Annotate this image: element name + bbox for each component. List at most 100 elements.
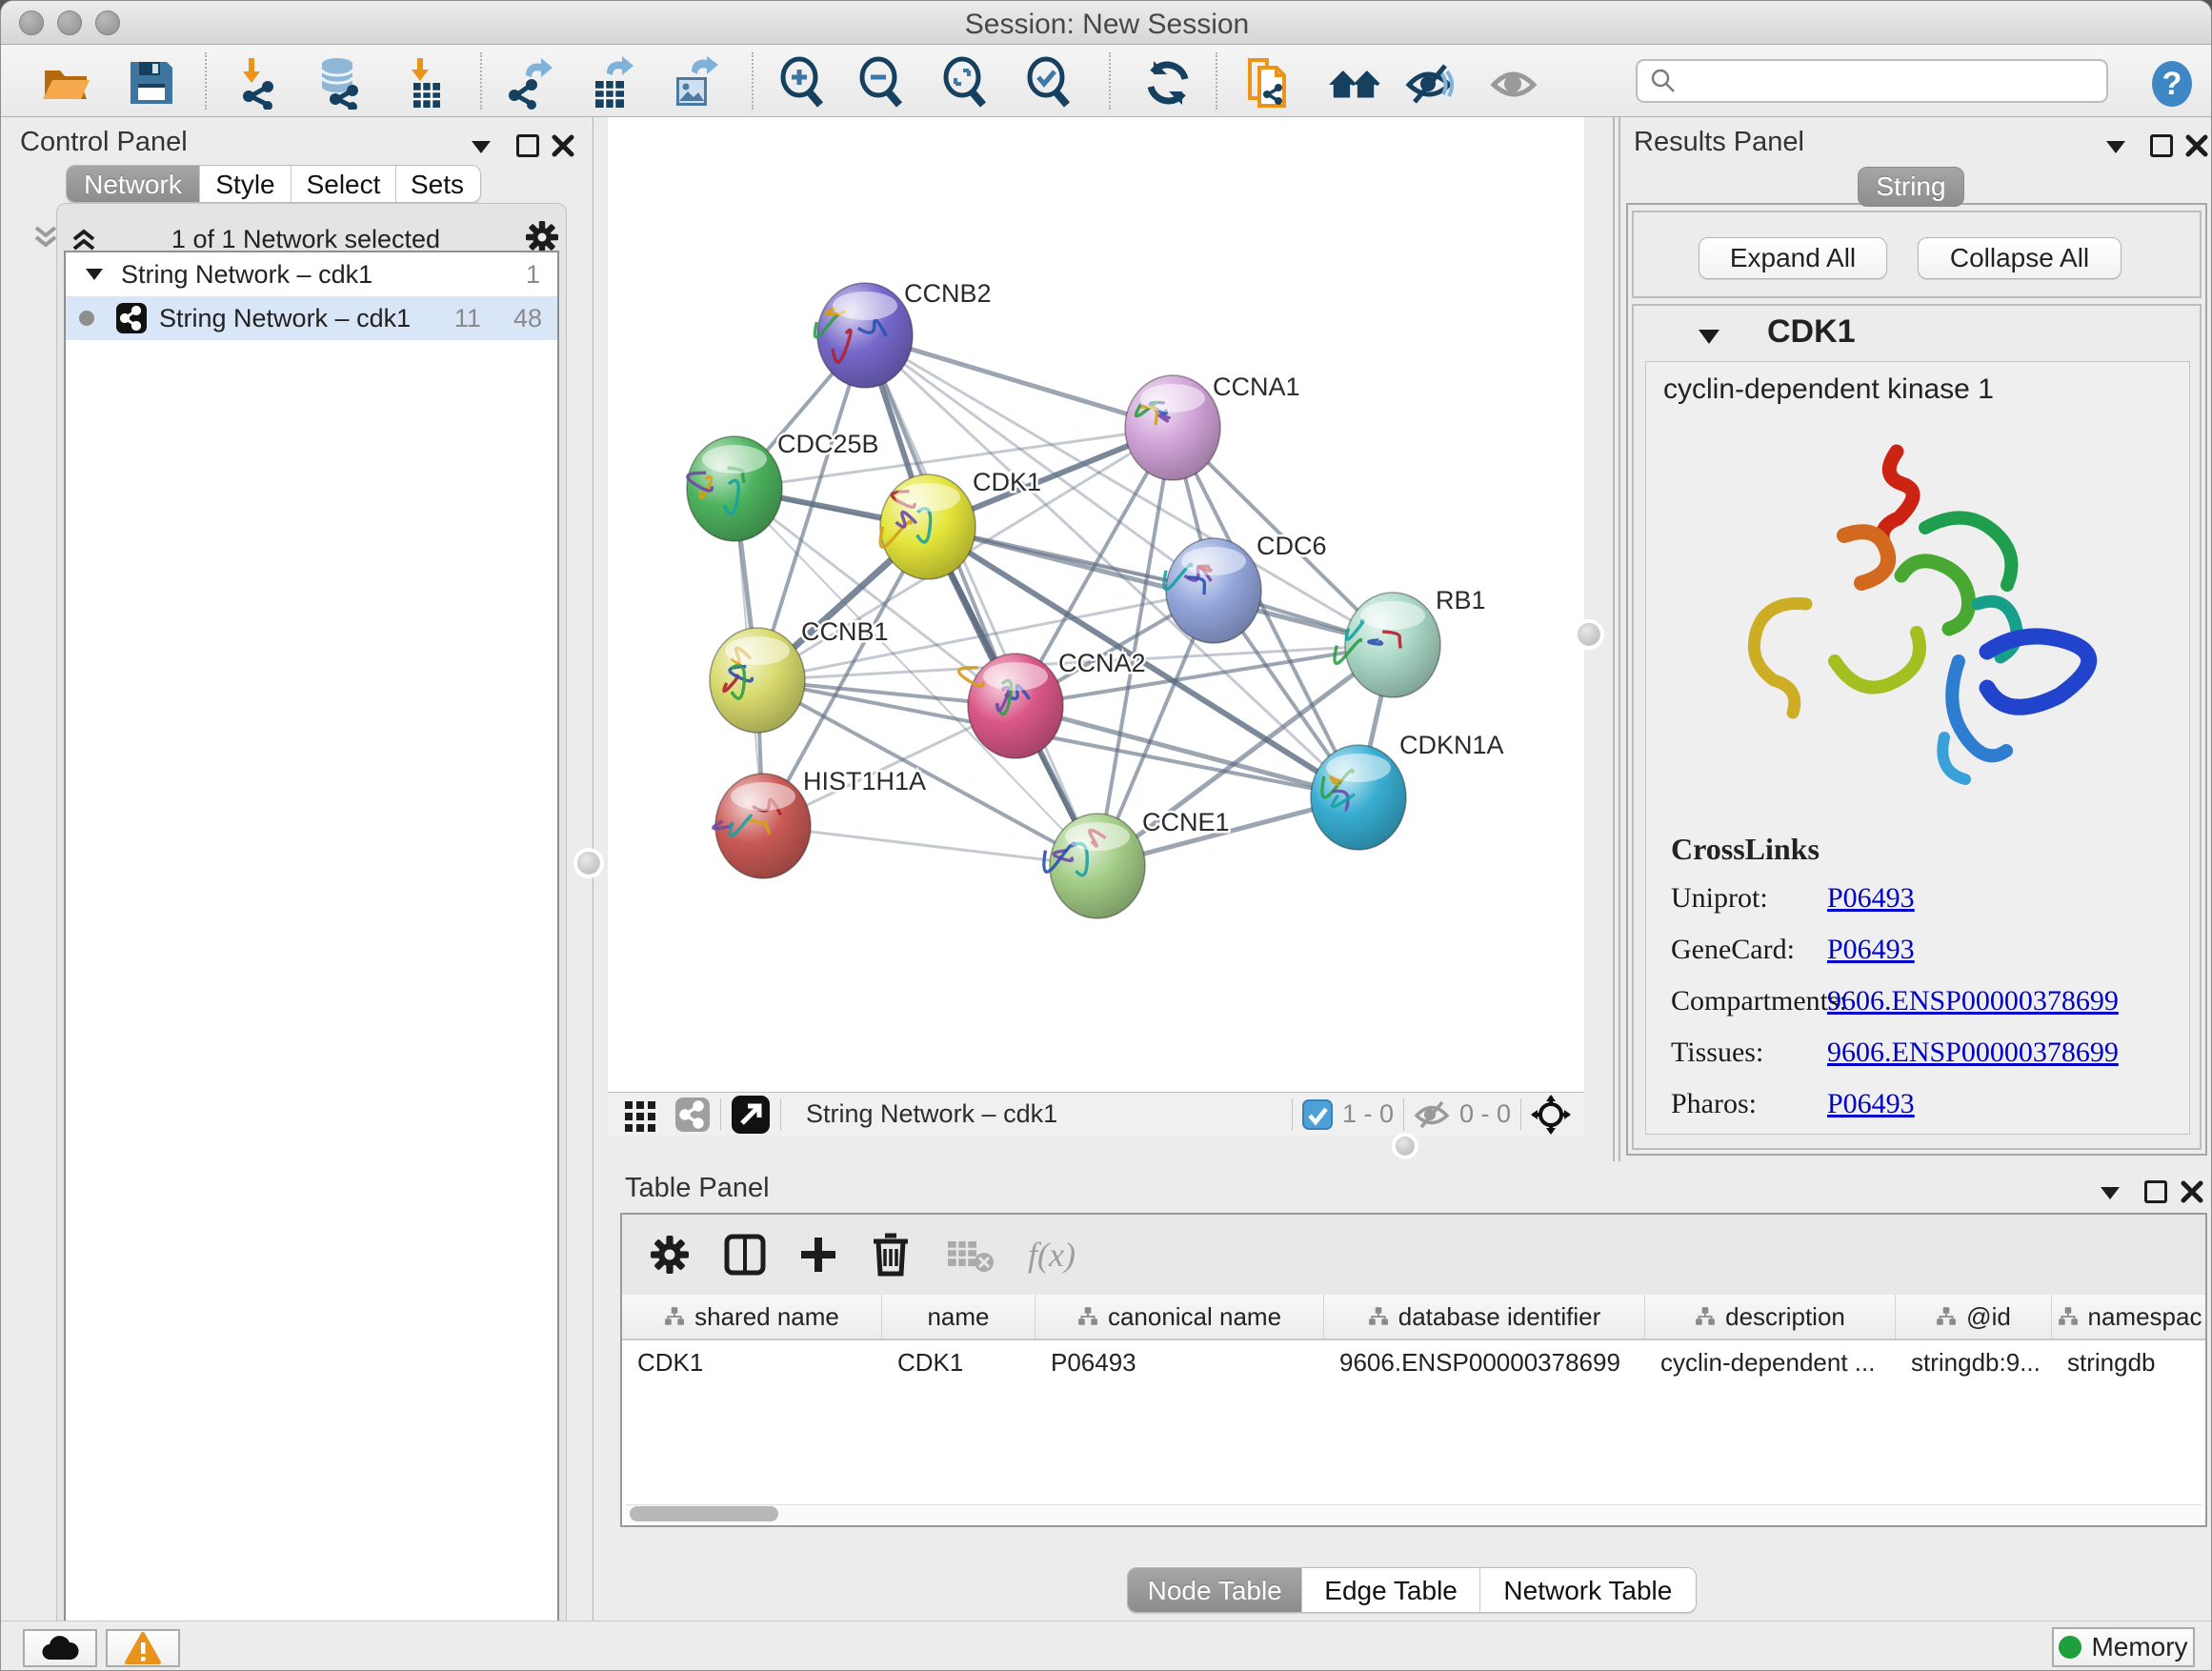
collapse-all-networks-icon[interactable] xyxy=(31,224,60,252)
tab-network-table[interactable]: Network Table xyxy=(1480,1568,1696,1612)
network-node-CCNE1[interactable] xyxy=(1044,814,1145,918)
table-cell[interactable]: cyclin-dependent ... xyxy=(1645,1340,1896,1384)
add-column-icon[interactable] xyxy=(797,1234,839,1276)
network-view-icon[interactable] xyxy=(674,1097,711,1133)
tab-select[interactable]: Select xyxy=(292,166,396,202)
save-session-button[interactable] xyxy=(125,56,178,110)
network-node-RB1[interactable] xyxy=(1335,593,1440,697)
column-header-database-identifier[interactable]: database identifier xyxy=(1324,1295,1645,1339)
network-node-CDK1[interactable] xyxy=(880,474,975,579)
search-input[interactable] xyxy=(1678,66,2087,97)
zoom-in-button[interactable] xyxy=(776,56,830,110)
network-node-CDC25B[interactable] xyxy=(687,436,782,541)
application-window: Session: New Session xyxy=(0,0,2212,1671)
zoom-selected-button[interactable] xyxy=(1023,56,1076,110)
section-expand-icon[interactable] xyxy=(1697,327,1721,346)
title-bar: Session: New Session xyxy=(1,1,2212,45)
table-cell[interactable]: P06493 xyxy=(1036,1340,1324,1384)
network-node-CCNB2[interactable] xyxy=(814,283,913,388)
warnings-button[interactable] xyxy=(106,1629,180,1667)
refresh-button[interactable] xyxy=(1141,56,1195,110)
expand-all-networks-icon[interactable] xyxy=(70,224,98,252)
open-session-button[interactable] xyxy=(39,56,92,110)
crosslink-link[interactable]: 9606.ENSP00000378699 xyxy=(1827,985,2119,1017)
network-edge[interactable] xyxy=(763,826,1097,866)
column-header-shared-name[interactable]: shared name xyxy=(622,1295,882,1339)
open-in-new-window-icon[interactable] xyxy=(731,1095,771,1135)
float-panel-icon[interactable] xyxy=(516,134,539,157)
network-node-HIST1H1A[interactable] xyxy=(714,774,811,878)
table-cell[interactable]: CDK1 xyxy=(622,1340,882,1384)
column-header-canonical-name[interactable]: canonical name xyxy=(1036,1295,1324,1339)
network-edge[interactable] xyxy=(1016,706,1358,797)
table-hscrollbar-thumb[interactable] xyxy=(630,1506,778,1521)
tab-style[interactable]: Style xyxy=(200,166,292,202)
tab-sets[interactable]: Sets xyxy=(396,166,478,202)
network-canvas[interactable]: CCNB2CCNA1CDC25BCDK1CDC6RB1CCNB1CCNA2CDK… xyxy=(608,117,1584,1092)
tree-expand-icon[interactable] xyxy=(85,267,104,282)
float-panel-icon[interactable] xyxy=(2150,134,2173,157)
expand-all-button[interactable]: Expand All xyxy=(1699,237,1887,279)
duplicate-network-button[interactable] xyxy=(1240,56,1294,110)
network-node-CDKN1A[interactable] xyxy=(1311,745,1406,850)
export-table-button[interactable] xyxy=(582,56,635,110)
table-row[interactable]: CDK1CDK1P064939606.ENSP00000378699cyclin… xyxy=(622,1340,2205,1384)
float-panel-icon[interactable] xyxy=(2144,1180,2167,1203)
tab-network[interactable]: Network xyxy=(67,166,200,202)
show-all-button[interactable] xyxy=(1488,56,1541,110)
table-cell[interactable]: stringdb xyxy=(2052,1340,2205,1384)
collapse-panel-icon[interactable] xyxy=(2104,138,2127,155)
bottom-splitter-handle[interactable] xyxy=(1396,1137,1415,1156)
import-network-from-file-button[interactable] xyxy=(231,56,285,110)
column-header--id[interactable]: @id xyxy=(1896,1295,2052,1339)
tab-string[interactable]: String xyxy=(1858,167,1964,207)
network-collection-row[interactable]: String Network – cdk1 1 xyxy=(66,252,557,296)
close-panel-icon[interactable] xyxy=(2184,133,2209,158)
left-splitter-handle[interactable] xyxy=(577,852,600,875)
delete-column-icon[interactable] xyxy=(870,1232,912,1278)
close-panel-icon[interactable] xyxy=(2180,1179,2204,1204)
import-network-from-database-button[interactable] xyxy=(312,56,366,110)
network-node-CCNB1[interactable] xyxy=(710,628,805,733)
help-button[interactable]: ? xyxy=(2148,60,2196,112)
cloud-button[interactable] xyxy=(23,1629,97,1667)
table-cell[interactable]: stringdb:9... xyxy=(1896,1340,2052,1384)
close-panel-icon[interactable] xyxy=(551,133,575,158)
table-hscrollbar-track[interactable] xyxy=(626,1504,2202,1523)
collapse-all-button[interactable]: Collapse All xyxy=(1918,237,2122,279)
export-image-button[interactable] xyxy=(665,56,718,110)
network-row-selected[interactable]: String Network – cdk1 11 48 xyxy=(66,296,557,340)
crosslink-link[interactable]: 9606.ENSP00000378699 xyxy=(1827,1037,2119,1069)
table-cell[interactable]: CDK1 xyxy=(882,1340,1036,1384)
hide-selected-button[interactable] xyxy=(1403,56,1457,110)
first-neighbors-button[interactable] xyxy=(1327,56,1380,110)
table-cell[interactable]: 9606.ENSP00000378699 xyxy=(1324,1340,1645,1384)
network-node-CCNA1[interactable] xyxy=(1125,375,1220,480)
grid-view-icon[interactable] xyxy=(623,1097,657,1132)
collapse-panel-icon[interactable] xyxy=(470,138,493,155)
show-columns-icon[interactable] xyxy=(723,1233,767,1277)
column-header-namespac[interactable]: namespac xyxy=(2052,1295,2205,1339)
toolbar-separator xyxy=(205,52,207,110)
column-header-name[interactable]: name xyxy=(882,1295,1036,1339)
right-splitter-handle[interactable] xyxy=(1578,623,1600,646)
collapse-panel-icon[interactable] xyxy=(2099,1184,2122,1201)
zoom-out-button[interactable] xyxy=(855,56,909,110)
crosslink-link[interactable]: P06493 xyxy=(1827,934,1915,966)
network-options-gear-icon[interactable] xyxy=(525,220,559,254)
export-network-button[interactable] xyxy=(503,56,556,110)
tab-edge-table[interactable]: Edge Table xyxy=(1302,1568,1479,1612)
zoom-fit-content-button[interactable] xyxy=(939,56,993,110)
crosslink-link[interactable]: P06493 xyxy=(1827,882,1915,915)
crosslinks-title: CrossLinks xyxy=(1646,809,2189,873)
column-header-description[interactable]: description xyxy=(1645,1295,1896,1339)
tab-node-table[interactable]: Node Table xyxy=(1128,1568,1302,1612)
network-collection-label: String Network – cdk1 xyxy=(121,260,372,290)
memory-button[interactable]: Memory xyxy=(2052,1627,2195,1667)
birdseye-crosshair-icon[interactable] xyxy=(1531,1095,1571,1135)
selected-checkbox-icon[interactable] xyxy=(1302,1099,1333,1130)
column-type-icon xyxy=(1695,1306,1716,1327)
crosslink-link[interactable]: P06493 xyxy=(1827,1088,1915,1120)
table-options-gear-icon[interactable] xyxy=(649,1234,691,1276)
import-table-from-file-button[interactable] xyxy=(398,56,452,110)
